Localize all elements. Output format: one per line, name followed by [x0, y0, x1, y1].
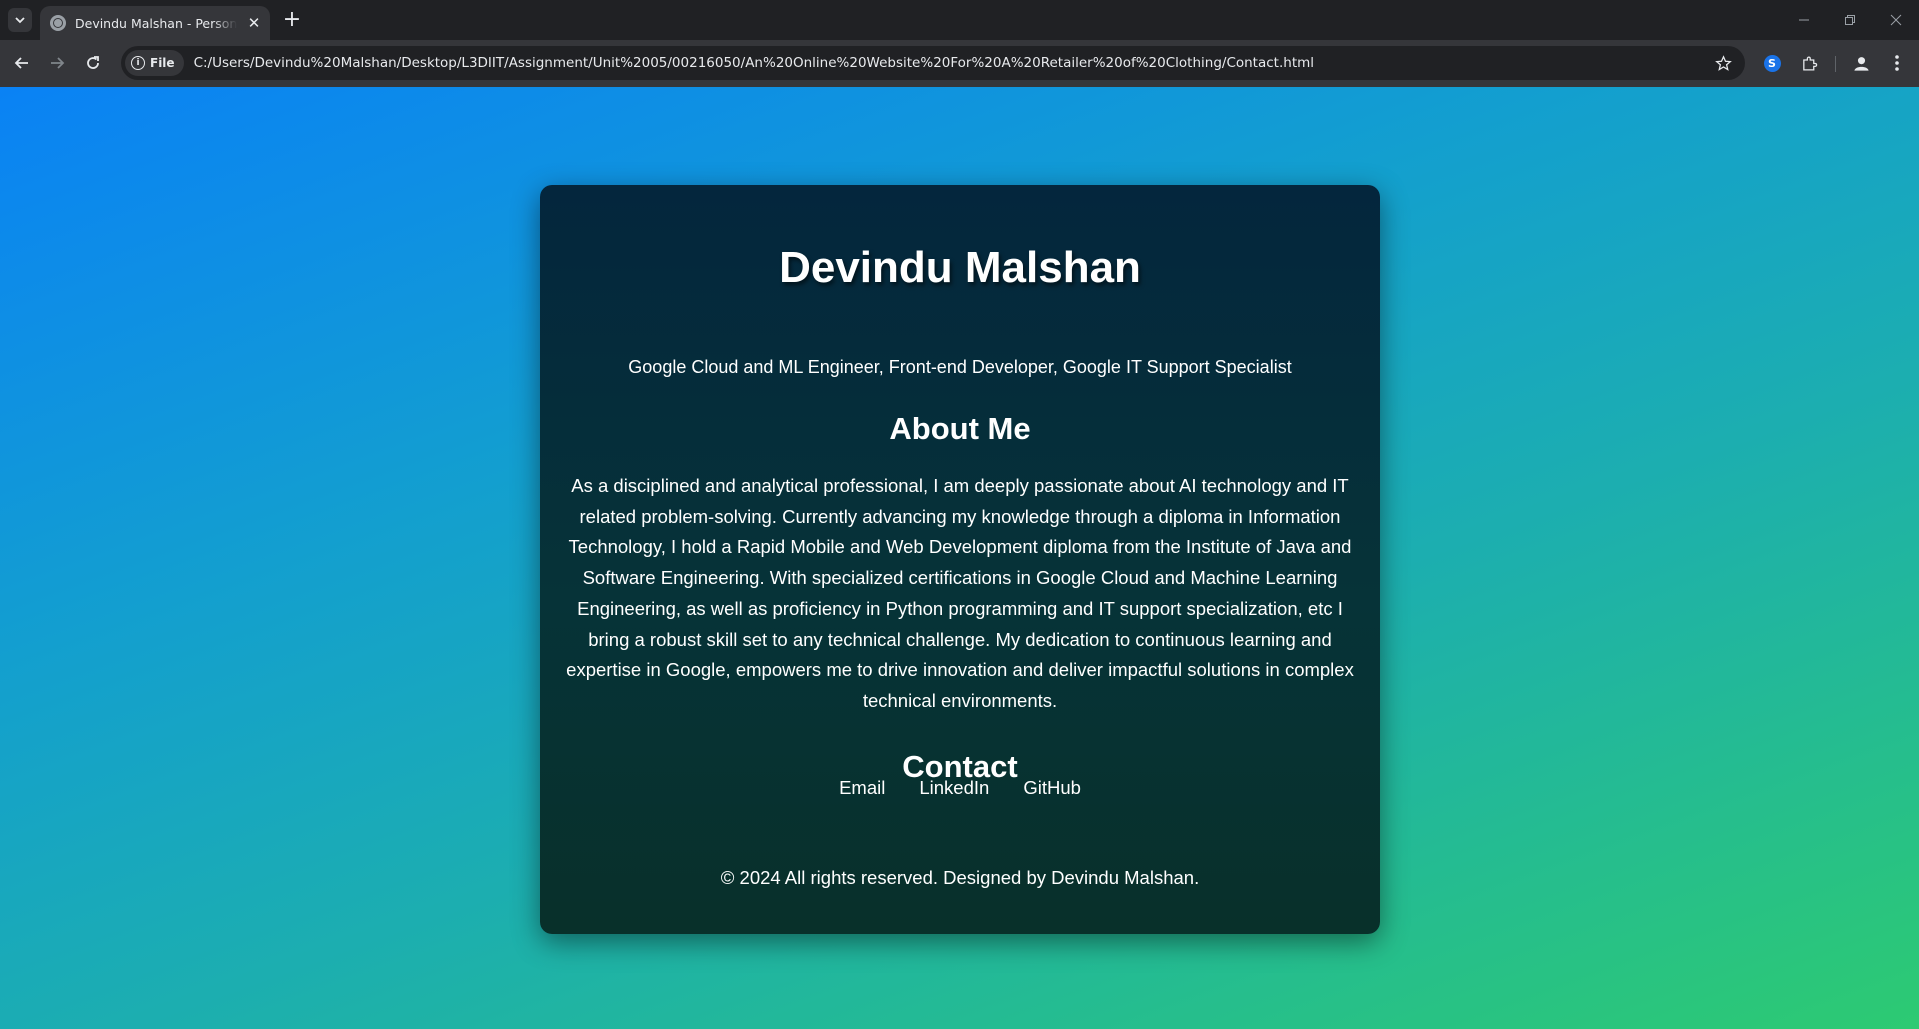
toolbar-divider	[1835, 56, 1836, 72]
address-bar[interactable]: i File C:/Users/Devindu%20Malshan/Deskto…	[121, 46, 1745, 80]
url-text[interactable]: C:/Users/Devindu%20Malshan/Desktop/L3DII…	[194, 55, 1724, 71]
tab-strip: Devindu Malshan - Personal Website ✕ +	[0, 0, 1919, 40]
puzzle-icon[interactable]	[1797, 51, 1821, 75]
browser-toolbar: i File C:/Users/Devindu%20Malshan/Deskto…	[0, 40, 1919, 87]
reload-icon[interactable]	[80, 50, 106, 76]
site-info-chip[interactable]: i File	[125, 50, 184, 76]
footer-text: © 2024 All rights reserved. Designed by …	[720, 867, 1200, 888]
plus-icon[interactable]: +	[280, 8, 304, 32]
contact-links: Email LinkedIn GitHub	[540, 777, 1380, 807]
tagline: Google Cloud and ML Engineer, Front-end …	[628, 357, 1292, 377]
close-icon[interactable]: ✕	[245, 14, 263, 32]
kebab-menu-icon[interactable]	[1885, 51, 1909, 75]
about-heading: About Me	[889, 411, 1031, 446]
about-paragraph: As a disciplined and analytical professi…	[566, 475, 1354, 711]
github-link[interactable]: GitHub	[1023, 777, 1081, 807]
profile-card: Devindu Malshan Google Cloud and ML Engi…	[540, 185, 1380, 934]
back-arrow-icon[interactable]	[9, 50, 35, 76]
email-link[interactable]: Email	[839, 777, 885, 807]
window-close-icon[interactable]	[1873, 0, 1919, 40]
tab-search-icon[interactable]	[8, 8, 32, 32]
info-icon: i	[131, 56, 145, 70]
linkedin-link[interactable]: LinkedIn	[919, 777, 989, 807]
page-title: Devindu Malshan	[779, 243, 1141, 292]
extension-icon[interactable]: S	[1760, 51, 1784, 75]
page-viewport: Devindu Malshan Google Cloud and ML Engi…	[0, 87, 1919, 1029]
restore-icon[interactable]	[1827, 0, 1873, 40]
active-tab[interactable]: Devindu Malshan - Personal Website ✕	[40, 6, 270, 40]
forward-arrow-icon[interactable]	[44, 50, 70, 76]
globe-favicon-icon	[50, 15, 66, 31]
security-chip-label: File	[150, 56, 175, 70]
tab-title: Devindu Malshan - Personal Website	[75, 15, 237, 31]
profile-icon[interactable]	[1849, 51, 1873, 75]
star-icon[interactable]	[1711, 51, 1735, 75]
minimize-icon[interactable]	[1781, 0, 1827, 40]
